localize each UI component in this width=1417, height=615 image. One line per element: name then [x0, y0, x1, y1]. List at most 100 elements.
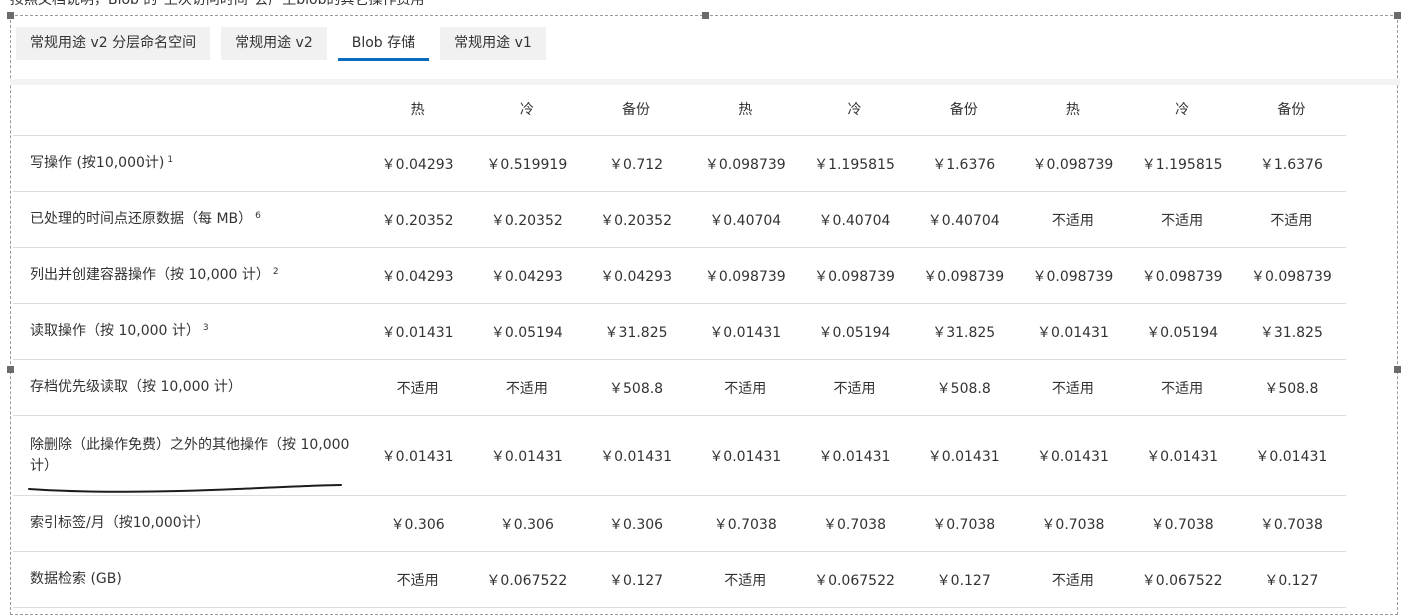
- price-cell: ￥0.04293: [581, 247, 691, 304]
- price-cell: ￥0.01431: [1236, 415, 1346, 496]
- price-cell: ￥0.05194: [799, 303, 910, 360]
- price-cell: ￥0.04293: [363, 135, 473, 192]
- table-row: 索引标签/月（按10,000计） ￥0.306 ￥0.306 ￥0.306 ￥0.703…: [13, 495, 1346, 552]
- tab-1[interactable]: 常规用途 v2 分层命名空间: [16, 27, 211, 60]
- tab-3[interactable]: Blob 存储: [337, 27, 430, 61]
- price-cell: 不适用: [363, 551, 473, 608]
- price-cell: ￥0.7038: [690, 495, 800, 552]
- pricing-table: 热冷备份热冷备份热冷备份 写操作 (按10,000计) 1 ￥0.04293 ￥0.5…: [13, 83, 1346, 608]
- price-cell: ￥0.098739: [1018, 247, 1128, 304]
- price-cell: ￥1.6376: [1236, 135, 1346, 192]
- price-cell: 不适用: [690, 551, 800, 608]
- price-cell: ￥0.7038: [1018, 495, 1128, 552]
- price-cell: ￥31.825: [909, 303, 1019, 360]
- price-cell: ￥0.127: [581, 551, 691, 608]
- price-cell: ￥31.825: [1236, 303, 1346, 360]
- resize-handle-top-center[interactable]: [702, 12, 709, 19]
- row-label: 存档优先级读取（按 10,000 计）: [30, 379, 242, 395]
- resize-handle-top-left[interactable]: [7, 12, 14, 19]
- price-cell: 不适用: [363, 359, 473, 416]
- table-header-row: 热冷备份热冷备份热冷备份: [13, 83, 1346, 136]
- footnote-marker: 1: [167, 155, 174, 165]
- price-cell: ￥0.01431: [581, 415, 691, 496]
- price-cell: ￥0.098739: [1018, 135, 1128, 192]
- price-cell: ￥0.05194: [472, 303, 582, 360]
- price-cell: ￥0.01431: [1018, 415, 1128, 496]
- price-cell: ￥0.519919: [472, 135, 582, 192]
- row-label: 除删除（此操作免费）之外的其他操作（按 10,000计）: [30, 436, 350, 474]
- price-cell: ￥0.7038: [1127, 495, 1237, 552]
- row-label: 写操作 (按10,000计): [30, 155, 165, 171]
- price-cell: ￥0.40704: [799, 191, 910, 248]
- price-cell: ￥0.098739: [1127, 247, 1237, 304]
- price-cell: ￥0.098739: [690, 135, 800, 192]
- column-header: 冷: [1127, 83, 1237, 136]
- row-label-cell: 写操作 (按10,000计) 1: [13, 135, 363, 192]
- price-cell: ￥0.7038: [909, 495, 1019, 552]
- price-cell: ￥0.01431: [690, 415, 800, 496]
- table-row: 写操作 (按10,000计) 1 ￥0.04293 ￥0.519919 ￥0.712 ￥0…: [13, 135, 1346, 192]
- pen-underline-annotation: [28, 484, 342, 493]
- table-row: 读取操作（按 10,000 计） 3 ￥0.01431 ￥0.05194 ￥31.825…: [13, 303, 1346, 360]
- price-cell: ￥0.05194: [1127, 303, 1237, 360]
- table-row: 存档优先级读取（按 10,000 计） 不适用 不适用 ￥508.8 不适用 不适用 ￥50…: [13, 359, 1346, 416]
- table-row: 已处理的时间点还原数据（每 MB） 6 ￥0.20352 ￥0.20352 ￥0.203…: [13, 191, 1346, 248]
- price-cell: ￥0.306: [581, 495, 691, 552]
- price-cell: ￥0.098739: [690, 247, 800, 304]
- price-cell: ￥0.01431: [799, 415, 910, 496]
- row-label: 列出并创建容器操作（按 10,000 计）: [30, 267, 270, 283]
- resize-handle-top-right[interactable]: [1394, 12, 1401, 19]
- price-cell: ￥508.8: [1236, 359, 1346, 416]
- price-cell: ￥0.20352: [363, 191, 473, 248]
- price-cell: ￥0.306: [363, 495, 473, 552]
- price-cell: ￥0.067522: [799, 551, 910, 608]
- price-cell: ￥0.127: [909, 551, 1019, 608]
- price-cell: ￥0.01431: [690, 303, 800, 360]
- row-label: 读取操作（按 10,000 计）: [30, 323, 200, 339]
- footnote-marker: 6: [255, 211, 261, 221]
- table-row: 数据检索 (GB) 不适用 ￥0.067522 ￥0.127 不适用 ￥0.067522 ￥…: [13, 551, 1346, 608]
- price-cell: ￥1.195815: [1127, 135, 1237, 192]
- price-cell: ￥0.01431: [363, 303, 473, 360]
- tab-bar: 常规用途 v2 分层命名空间 常规用途 v2 Blob 存储 常规用途 v1: [16, 27, 546, 61]
- row-label-cell: 读取操作（按 10,000 计） 3: [13, 303, 363, 360]
- price-cell: ￥0.01431: [1127, 415, 1237, 496]
- price-cell: ￥1.6376: [909, 135, 1019, 192]
- price-cell: 不适用: [690, 359, 800, 416]
- price-cell: ￥0.067522: [472, 551, 582, 608]
- price-cell: ￥0.20352: [581, 191, 691, 248]
- price-cell: 不适用: [1018, 359, 1128, 416]
- price-cell: ￥0.712: [581, 135, 691, 192]
- price-cell: ￥1.195815: [799, 135, 910, 192]
- price-cell: ￥0.127: [1236, 551, 1346, 608]
- price-cell: 不适用: [1018, 551, 1128, 608]
- price-cell: ￥0.40704: [909, 191, 1019, 248]
- price-cell: 不适用: [799, 359, 910, 416]
- row-label-cell: 列出并创建容器操作（按 10,000 计） 2: [13, 247, 363, 304]
- price-cell: ￥0.7038: [799, 495, 910, 552]
- column-header: 热: [690, 83, 800, 136]
- price-cell: ￥0.04293: [472, 247, 582, 304]
- price-cell: 不适用: [472, 359, 582, 416]
- price-cell: ￥0.01431: [909, 415, 1019, 496]
- price-cell: ￥0.067522: [1127, 551, 1237, 608]
- price-cell: ￥0.306: [472, 495, 582, 552]
- row-label-cell: 已处理的时间点还原数据（每 MB） 6: [13, 191, 363, 248]
- resize-handle-middle-right[interactable]: [1394, 366, 1401, 373]
- column-header: 热: [363, 83, 473, 136]
- price-cell: 不适用: [1127, 191, 1237, 248]
- tab-4[interactable]: 常规用途 v1: [440, 27, 546, 60]
- price-cell: ￥508.8: [581, 359, 691, 416]
- column-header: 备份: [909, 83, 1019, 136]
- caption-text: 按照文档说明，Blob 的"上次访问时间"会产生blob的其它操作费用: [10, 0, 425, 8]
- column-header-blank: [13, 83, 363, 136]
- tab-2[interactable]: 常规用途 v2: [221, 27, 327, 60]
- column-header: 冷: [472, 83, 582, 136]
- price-cell: ￥31.825: [581, 303, 691, 360]
- column-header: 冷: [799, 83, 910, 136]
- price-cell: ￥508.8: [909, 359, 1019, 416]
- price-cell: ￥0.098739: [909, 247, 1019, 304]
- row-label: 数据检索 (GB): [30, 571, 122, 587]
- price-cell: ￥0.20352: [472, 191, 582, 248]
- footnote-marker: 2: [272, 267, 279, 277]
